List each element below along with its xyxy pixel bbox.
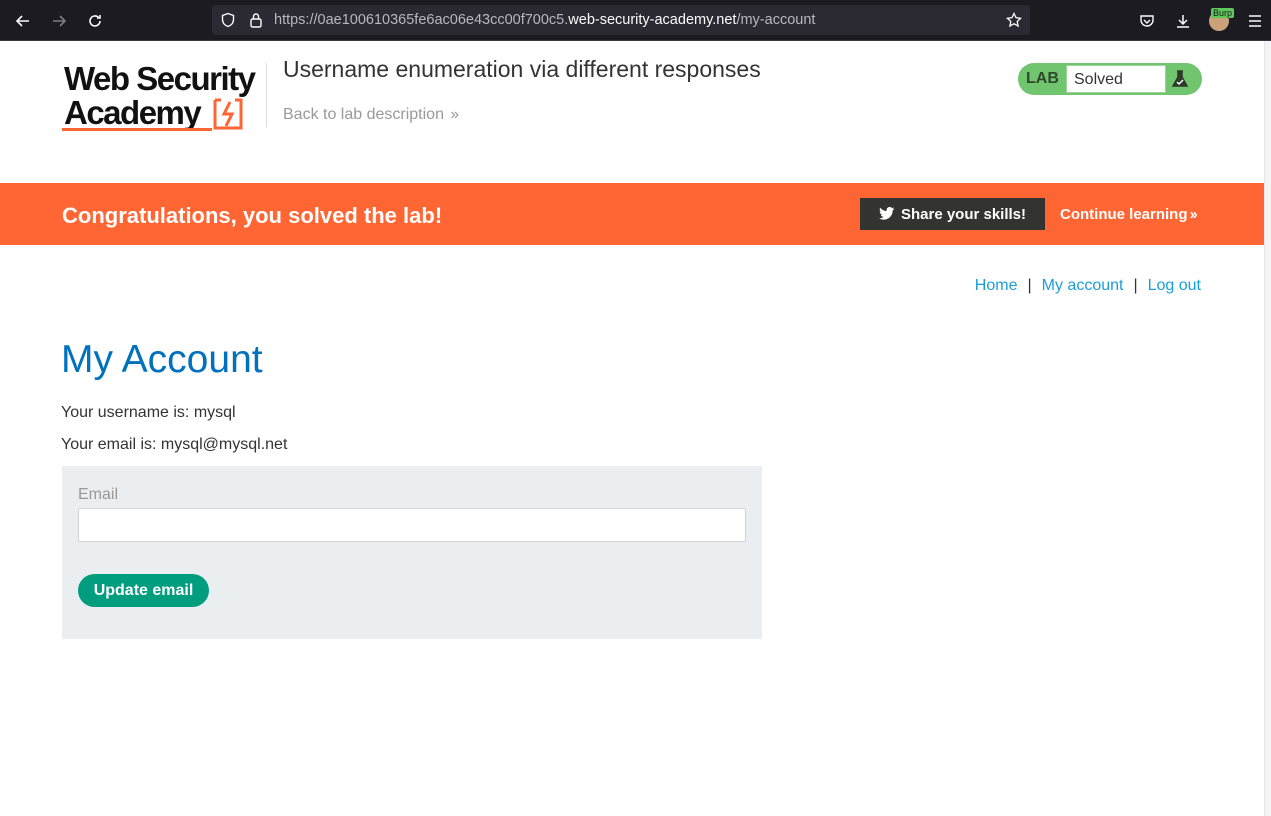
- url-text[interactable]: https://0ae100610365fe6ac06e43cc00f700c5…: [274, 12, 815, 28]
- page-scrollbar[interactable]: [1264, 41, 1271, 816]
- nav-log-out-link[interactable]: Log out: [1148, 277, 1201, 294]
- logo-lightning-icon: [213, 98, 243, 130]
- lab-status-text: Solved: [1074, 71, 1123, 88]
- back-link-label: Back to lab description: [283, 106, 444, 123]
- pocket-icon[interactable]: [1134, 8, 1160, 34]
- change-email-form: Email Update email: [62, 466, 762, 639]
- lab-title: Username enumeration via different respo…: [283, 56, 761, 82]
- congratulations-message: Congratulations, you solved the lab!: [62, 203, 443, 228]
- username-line: Your username is: mysql: [61, 404, 236, 421]
- web-security-academy-logo[interactable]: Web Security Academy: [62, 60, 264, 134]
- continue-learning-link[interactable]: Continue learning ››: [1060, 206, 1198, 223]
- update-email-button[interactable]: Update email: [78, 574, 209, 607]
- header-divider: [266, 63, 267, 127]
- reload-icon[interactable]: [82, 8, 108, 34]
- email-field-label: Email: [78, 486, 119, 503]
- lab-status-widget: LAB Solved: [1018, 63, 1202, 95]
- url-host: web-security-academy.net: [568, 12, 737, 28]
- nav-separator: |: [1027, 277, 1032, 294]
- logo-underline: [62, 128, 212, 131]
- back-arrow-icon[interactable]: [10, 8, 36, 34]
- url-prefix: https://0ae100610365fe6ac06e43cc00f700c5…: [274, 12, 569, 28]
- nav-separator: |: [1133, 277, 1138, 294]
- download-icon[interactable]: [1170, 8, 1196, 34]
- continue-learning-label: Continue learning: [1060, 206, 1188, 223]
- logo-line1: Web Security: [64, 60, 256, 97]
- shield-icon[interactable]: [218, 10, 238, 30]
- address-bar[interactable]: https://0ae100610365fe6ac06e43cc00f700c5…: [212, 5, 1030, 35]
- browser-toolbar: https://0ae100610365fe6ac06e43cc00f700c5…: [0, 0, 1271, 41]
- back-to-lab-description-link[interactable]: Back to lab description ››: [283, 106, 459, 124]
- lock-icon[interactable]: [246, 10, 266, 30]
- page-title: My Account: [61, 338, 263, 381]
- nav-my-account-link[interactable]: My account: [1042, 277, 1124, 294]
- hamburger-menu-icon[interactable]: [1242, 8, 1268, 34]
- bookmark-star-icon[interactable]: [1004, 10, 1024, 30]
- double-chevron-right-icon: ››: [1187, 206, 1198, 223]
- burp-extension-badge[interactable]: Burp: [1211, 8, 1235, 18]
- twitter-icon: [878, 207, 895, 220]
- email-field[interactable]: [78, 508, 746, 542]
- forward-arrow-icon[interactable]: [46, 8, 72, 34]
- share-skills-label: Share your skills!: [900, 205, 1027, 223]
- email-line: Your email is: mysql@mysql.net: [61, 436, 288, 453]
- logo-line2: Academy: [64, 94, 202, 131]
- flask-icon: [1171, 70, 1189, 87]
- nav-home-link[interactable]: Home: [975, 277, 1018, 294]
- url-path: /my-account: [736, 12, 816, 28]
- lab-status-box: Solved: [1066, 65, 1166, 93]
- solved-banner: Congratulations, you solved the lab! Sha…: [0, 183, 1264, 245]
- top-nav: Home | My account | Log out: [975, 277, 1201, 295]
- share-skills-button[interactable]: Share your skills!: [860, 198, 1045, 230]
- lab-badge: LAB: [1026, 70, 1059, 87]
- double-chevron-right-icon: ››: [447, 106, 459, 123]
